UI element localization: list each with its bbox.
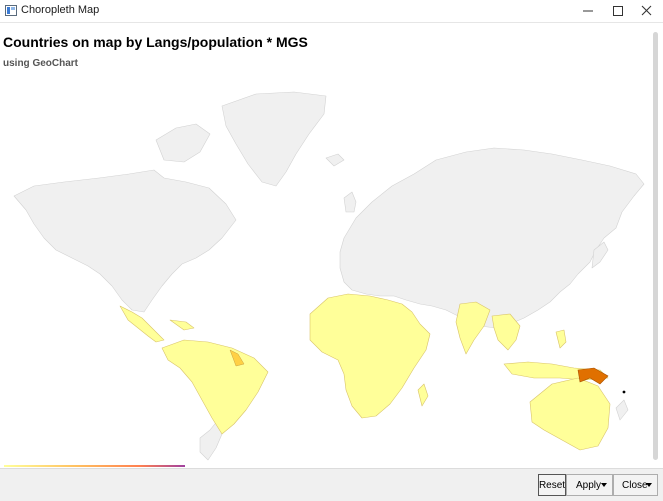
page-subtitle: using GeoChart: [3, 58, 79, 69]
region-madagascar: [417, 383, 429, 407]
scrollbar-thumb[interactable]: [653, 32, 658, 460]
region-greenland: [221, 91, 327, 187]
apply-button[interactable]: Apply: [566, 474, 613, 496]
close-button[interactable]: Close: [613, 474, 658, 496]
region-australia: [529, 377, 611, 451]
world-map[interactable]: [4, 78, 648, 464]
close-label: Close: [622, 479, 648, 491]
chevron-down-icon[interactable]: [601, 483, 607, 487]
window-title: Choropleth Map: [21, 4, 100, 16]
chevron-down-icon[interactable]: [646, 483, 652, 487]
color-legend-bar: [4, 465, 185, 467]
reset-button[interactable]: Reset: [538, 474, 566, 496]
minimize-icon[interactable]: [573, 0, 604, 22]
reset-label: Reset: [538, 479, 566, 491]
region-peak-marker: [622, 390, 626, 394]
maximize-icon[interactable]: [602, 0, 633, 22]
region-north-america: [13, 169, 237, 313]
map-icon: [5, 5, 17, 16]
region-iceland: [325, 153, 345, 167]
close-icon[interactable]: [631, 0, 662, 22]
window-titlebar: Choropleth Map: [0, 0, 663, 23]
region-africa: [309, 293, 431, 419]
apply-label: Apply: [576, 479, 602, 491]
region-caribbean: [169, 319, 195, 331]
region-canada-islands: [155, 123, 211, 163]
region-philippines: [555, 329, 567, 349]
vertical-scrollbar[interactable]: [650, 26, 661, 466]
region-uk-ireland: [343, 191, 357, 213]
page-title: Countries on map by Langs/population * M…: [3, 34, 308, 50]
region-south-america: [161, 339, 269, 435]
region-new-zealand: [615, 399, 629, 421]
region-india: [455, 301, 491, 355]
